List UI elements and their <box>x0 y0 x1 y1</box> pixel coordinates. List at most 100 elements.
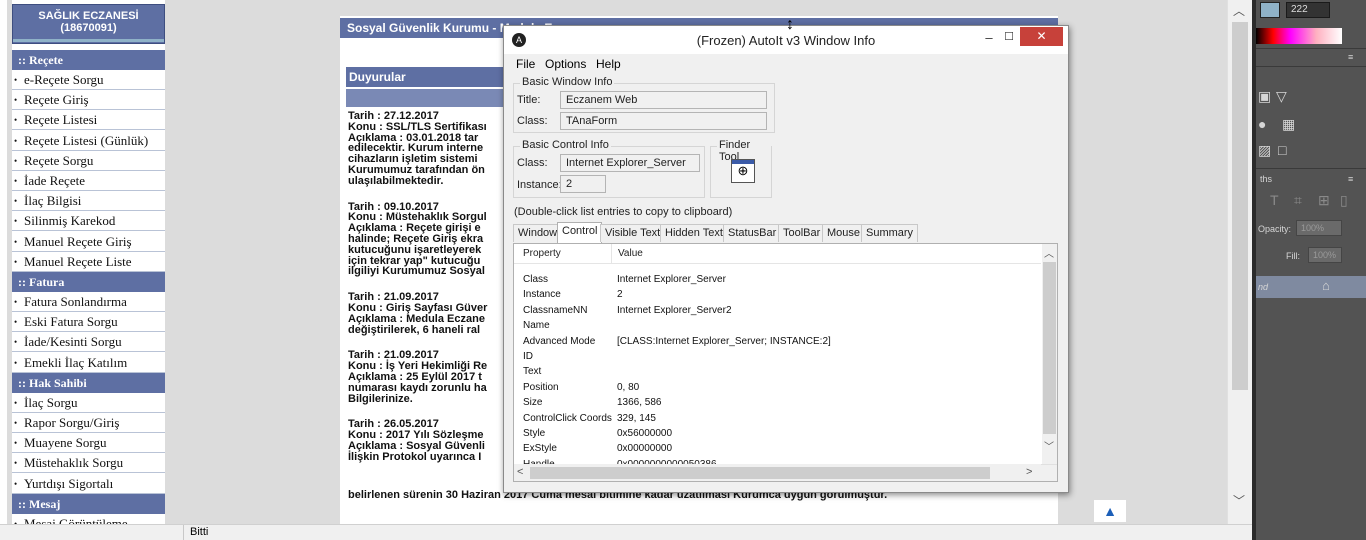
tab-statusbar[interactable]: StatusBar <box>723 224 782 242</box>
image-icon[interactable]: ▣ <box>1258 88 1271 105</box>
chevron-right-icon[interactable]: > <box>1026 466 1032 478</box>
list-item[interactable]: ClassnameNN Internet Explorer_Server2 <box>514 304 1041 319</box>
opacity-field[interactable]: 100% <box>1296 220 1342 236</box>
sidebar-item[interactable]: • Reçete Sorgu <box>12 150 165 171</box>
menu-options[interactable]: Options <box>545 57 586 71</box>
sidebar-item-label: Manuel Reçete Giriş <box>24 233 132 249</box>
sidebar-item[interactable]: • Silinmiş Karekod <box>12 211 165 232</box>
bullet-icon: • <box>14 458 18 469</box>
sidebar-item[interactable]: • Manuel Reçete Giriş <box>12 231 165 252</box>
tab-mouse[interactable]: Mouse <box>822 224 866 242</box>
panel-separator <box>1256 66 1366 67</box>
triangle-down-icon[interactable]: ▽ <box>1276 88 1287 105</box>
menu-bar: File Options Help <box>504 54 1068 74</box>
list-item[interactable]: ID <box>514 350 1041 365</box>
properties-list[interactable]: Property Value Class Internet Explorer_Se… <box>513 243 1058 482</box>
column-header-property[interactable]: Property <box>523 248 561 259</box>
menu-help[interactable]: Help <box>596 57 621 71</box>
sidebar-item-label: Yurtdışı Sigortalı <box>24 475 114 491</box>
sidebar-item[interactable]: • Reçete Listesi <box>12 110 165 131</box>
sidebar-item[interactable]: • Rapor Sorgu/Giriş <box>12 413 165 433</box>
tab-toolbar[interactable]: ToolBar <box>778 224 826 242</box>
title-field[interactable]: Eczanem Web <box>560 91 767 109</box>
layer-row[interactable]: nd ⌂ <box>1256 276 1366 298</box>
sidebar-item[interactable]: • Reçete Listesi (Günlük) <box>12 130 165 151</box>
class-field[interactable]: TAnaForm <box>560 112 767 130</box>
chevron-down-icon[interactable]: ﹀ <box>1044 438 1054 453</box>
chevron-left-icon[interactable]: < <box>517 466 523 478</box>
list-item[interactable]: Size 1366, 586 <box>514 396 1041 411</box>
list-item[interactable]: Style 0x56000000 <box>514 427 1041 442</box>
list-item[interactable]: Class Internet Explorer_Server <box>514 273 1041 288</box>
sidebar-item[interactable]: • Reçete Giriş <box>12 90 165 111</box>
maximize-button[interactable]: ☐ <box>1000 30 1018 43</box>
grid-icon[interactable]: ▦ <box>1282 116 1295 133</box>
chevron-down-icon[interactable]: ﹀ <box>1233 492 1245 509</box>
sidebar-item[interactable]: • Mesaj Görüntüleme <box>12 513 165 524</box>
list-horizontal-scrollbar[interactable]: < > <box>514 464 1057 481</box>
column-separator[interactable] <box>611 244 612 264</box>
list-vertical-scrollbar[interactable]: ︿ ﹀ <box>1042 244 1057 464</box>
sidebar-item[interactable]: • Müstehaklık Sorgu <box>12 453 165 474</box>
color-value-field[interactable]: 222 <box>1286 2 1330 18</box>
sidebar-item-label: Emekli İlaç Katılım <box>24 354 128 370</box>
panel-menu-icon[interactable]: ≡ <box>1348 52 1353 62</box>
vertical-scrollbar-thumb[interactable] <box>1043 262 1056 434</box>
list-item[interactable]: Text <box>514 365 1041 380</box>
text-icon[interactable]: T <box>1270 192 1279 208</box>
tab-control[interactable]: Control <box>557 222 603 243</box>
trash-icon[interactable]: ▯ <box>1340 192 1348 209</box>
list-item[interactable]: Advanced Mode [CLASS:Internet Explorer_Se… <box>514 335 1041 350</box>
link-icon[interactable]: ⊞ <box>1318 192 1330 209</box>
sidebar-item[interactable]: • Eski Fatura Sorgu <box>12 312 165 333</box>
color-ramp[interactable] <box>1256 28 1342 44</box>
sidebar-item[interactable]: • Fatura Sonlandırma <box>12 292 165 312</box>
scrollbar-thumb[interactable] <box>1232 22 1248 390</box>
apple-icon[interactable]: ● <box>1258 116 1266 132</box>
control-class-field[interactable]: Internet Explorer_Server <box>560 154 700 172</box>
frame-icon[interactable]: ⌗ <box>1294 192 1302 209</box>
mask-icon[interactable]: ▨ <box>1258 142 1271 159</box>
sidebar-item[interactable]: • Emekli İlaç Katılım <box>12 352 165 373</box>
panel-menu-icon[interactable]: ≡ <box>1348 174 1353 184</box>
status-bar: Bitti <box>0 524 1252 540</box>
sidebar-item[interactable]: • İlaç Sorgu <box>12 392 165 413</box>
bullet-icon: • <box>14 196 18 207</box>
close-button[interactable]: ✕ <box>1020 27 1063 46</box>
sidebar-item[interactable]: • İade Reçete <box>12 171 165 191</box>
fill-field[interactable]: 100% <box>1308 247 1342 263</box>
sidebar-item[interactable]: • Muayene Sorgu <box>12 433 165 454</box>
sidebar-item-label: Rapor Sorgu/Giriş <box>24 415 120 430</box>
sidebar-item[interactable]: • Yurtdışı Sigortalı <box>12 473 165 494</box>
list-item[interactable]: ExStyle 0x00000000 <box>514 442 1041 457</box>
list-item[interactable]: Instance 2 <box>514 288 1041 303</box>
property-value: 0x00000000 <box>617 443 673 455</box>
sidebar-item[interactable]: • Manuel Reçete Liste <box>12 251 165 272</box>
tab-window[interactable]: Window <box>513 224 563 242</box>
chevron-up-icon[interactable]: ︿ <box>1233 2 1245 19</box>
crosshair-icon[interactable]: ⊕ <box>731 159 755 183</box>
color-swatch[interactable] <box>1260 2 1280 18</box>
tab-hidden-text[interactable]: Hidden Text <box>660 224 728 242</box>
property-value: 2 <box>617 289 623 301</box>
list-item[interactable]: Name <box>514 319 1041 334</box>
tab-visible-text[interactable]: Visible Text <box>600 224 666 242</box>
bullet-icon: • <box>14 176 18 186</box>
instance-field[interactable]: 2 <box>560 175 606 193</box>
pharmacy-header-bar <box>13 39 164 42</box>
menu-file[interactable]: File <box>516 57 535 71</box>
tab-summary[interactable]: Summary <box>861 224 919 242</box>
minimize-button[interactable]: – <box>980 30 998 45</box>
browser-scrollbar[interactable]: ︿ ﹀ <box>1227 0 1252 524</box>
sidebar-item[interactable]: • İade/Kesinti Sorgu <box>12 332 165 353</box>
sidebar-item[interactable]: • e-Reçete Sorgu <box>12 70 165 90</box>
column-header-value[interactable]: Value <box>618 248 643 259</box>
back-to-top-button[interactable]: ▲ <box>1094 500 1126 522</box>
paths-tab[interactable]: ths <box>1260 174 1272 184</box>
list-item[interactable]: Position 0, 80 <box>514 381 1041 396</box>
sidebar-item[interactable]: • İlaç Bilgisi <box>12 191 165 212</box>
list-item[interactable]: ControlClick Coords 329, 145 <box>514 412 1041 427</box>
chevron-up-icon[interactable]: ︿ <box>1044 245 1054 260</box>
horizontal-scrollbar-thumb[interactable] <box>530 467 990 479</box>
square-icon[interactable]: □ <box>1278 142 1286 158</box>
